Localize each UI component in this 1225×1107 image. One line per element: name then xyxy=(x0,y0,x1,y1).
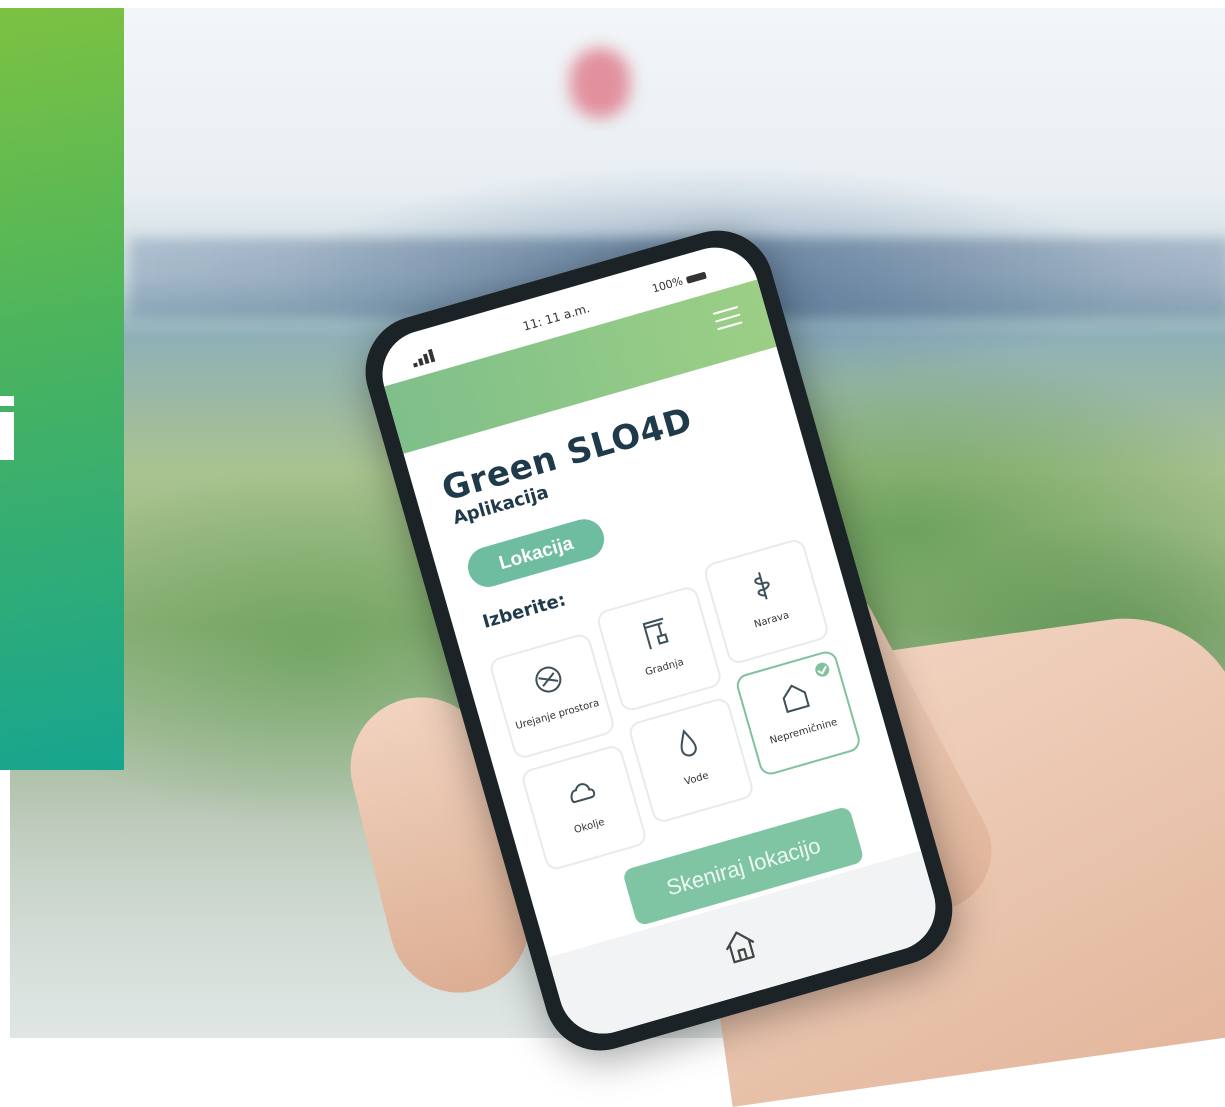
selected-check-icon xyxy=(813,661,831,679)
tile-nepremicnine[interactable]: Nepremičnine xyxy=(733,648,863,778)
battery-indicator: 100% xyxy=(651,268,708,296)
cloud-icon xyxy=(570,783,596,804)
tile-label: Urejanje prostora xyxy=(514,697,601,733)
tile-okolje[interactable]: Okolje xyxy=(519,743,649,873)
image-frame: 11: 11 a.m. 100% Green SLO4D Aplikacija … xyxy=(0,0,1225,1107)
tile-vode[interactable]: Vode xyxy=(626,696,756,825)
tile-gradnja[interactable]: Gradnja xyxy=(594,584,724,714)
crane-icon xyxy=(642,617,669,650)
choose-label: Izberite: xyxy=(480,589,569,633)
tile-label: Nepremičnine xyxy=(768,716,839,747)
tile-label: Gradnja xyxy=(644,656,686,679)
signal-icon xyxy=(410,347,439,368)
home-icon[interactable] xyxy=(716,921,765,970)
tile-urejanje-prostora[interactable]: Urejanje prostora xyxy=(487,631,617,761)
tile-narava[interactable]: Narava xyxy=(701,537,831,666)
location-button[interactable]: Lokacija xyxy=(463,514,609,592)
hamburger-menu-icon[interactable] xyxy=(712,304,743,332)
panel-letter-fragment xyxy=(0,396,16,460)
house-icon xyxy=(782,684,810,714)
spatial-planning-icon xyxy=(535,666,562,693)
blurred-sign xyxy=(570,48,630,118)
battery-icon xyxy=(685,271,707,284)
battery-percent: 100% xyxy=(650,274,685,296)
green-side-panel xyxy=(0,8,124,770)
leaf-icon xyxy=(754,572,770,600)
status-time: 11: 11 a.m. xyxy=(521,301,592,334)
tile-label: Vode xyxy=(683,770,710,788)
water-drop-icon xyxy=(680,729,697,757)
tile-label: Okolje xyxy=(572,816,606,837)
tile-label: Narava xyxy=(752,609,791,631)
